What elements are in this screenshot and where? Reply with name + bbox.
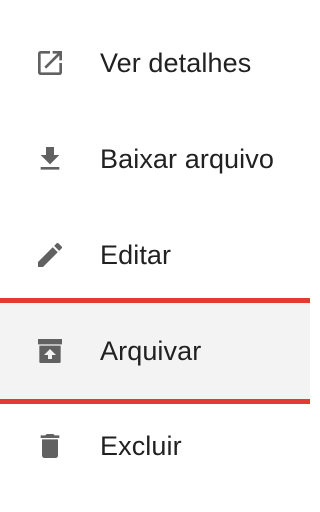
menu-item-ver-detalhes[interactable]: Ver detalhes: [0, 15, 310, 111]
open-in-new-icon: [34, 47, 66, 79]
menu-item-label: Arquivar: [100, 335, 202, 366]
unarchive-icon: [34, 335, 66, 367]
edit-pencil-icon: [34, 239, 66, 271]
menu-item-excluir[interactable]: Excluir: [0, 398, 310, 494]
menu-item-label: Baixar arquivo: [100, 143, 274, 174]
menu-item-editar[interactable]: Editar: [0, 207, 310, 303]
menu-item-arquivar[interactable]: Arquivar: [0, 298, 310, 404]
menu-item-label: Editar: [100, 239, 172, 270]
menu-item-baixar-arquivo[interactable]: Baixar arquivo: [0, 111, 310, 207]
menu-item-label: Excluir: [100, 430, 182, 461]
menu-item-label: Ver detalhes: [100, 47, 252, 78]
context-menu: Ver detalhes Baixar arquivo Editar Arqui…: [0, 0, 310, 512]
trash-icon: [34, 430, 66, 462]
download-icon: [34, 143, 66, 175]
